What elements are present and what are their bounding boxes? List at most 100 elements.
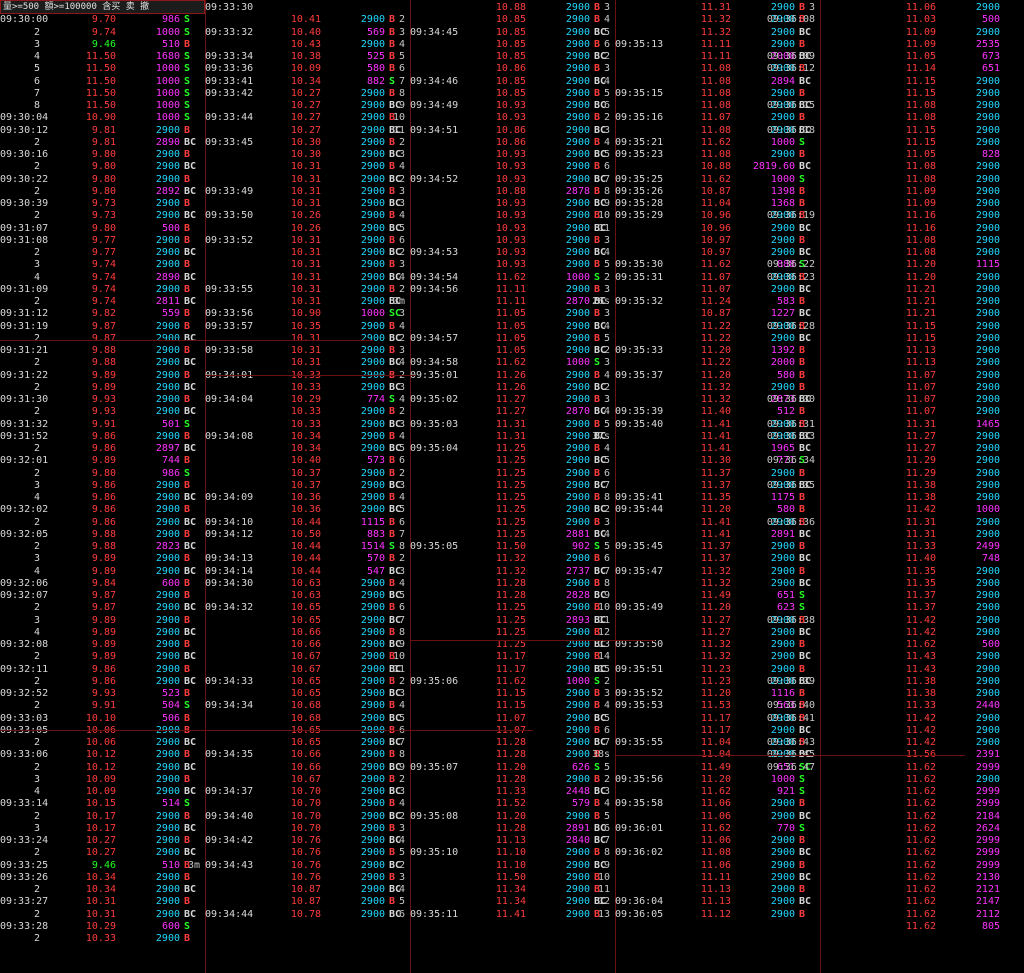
tick-row[interactable]: 3 9.89 2900 B <box>0 615 205 627</box>
tick-row[interactable]: 10.93 2900 B 2 <box>410 112 615 124</box>
tick-row[interactable]: 09:32:05 9.88 2900 B <box>0 529 205 541</box>
tick-row[interactable]: 09:35:25 11.62 1000 S <box>615 174 820 186</box>
tick-row[interactable]: 10.88 2900 B 3 <box>410 2 615 14</box>
tick-row[interactable]: 09:35:15 11.08 2900 B <box>615 88 820 100</box>
tick-row[interactable]: 11.62 2999 <box>820 762 1024 774</box>
tick-row[interactable]: 09:34:51 10.86 2900 BC 3 <box>410 125 615 137</box>
tick-row[interactable]: 2 10.12 2900 BC <box>0 762 205 774</box>
tick-row[interactable]: 11.32 2900 B 09:36:08 <box>615 14 820 26</box>
tick-row[interactable]: 09:35:16 11.07 2900 B <box>615 112 820 124</box>
tick-row[interactable]: 11.37 2900 BC 09:36:35 <box>615 480 820 492</box>
tick-row[interactable]: 11.08 2900 B 09:36:12 <box>615 63 820 75</box>
tick-row[interactable]: 09:35:52 11.20 1116 B <box>615 688 820 700</box>
tick-row[interactable]: 11.35 2900 <box>820 578 1024 590</box>
tick-row[interactable]: 5 11.50 1000 S <box>0 63 205 75</box>
tick-row[interactable]: 09:35:41 11.35 1175 B <box>615 492 820 504</box>
tick-row[interactable]: 10.31 2900 BC 3 <box>205 198 410 210</box>
tick-row[interactable]: 2 10.06 2900 BC <box>0 737 205 749</box>
tick-row[interactable]: 2 9.86 2900 BC <box>0 517 205 529</box>
tick-row[interactable]: 10.31 2900 B 4 <box>205 161 410 173</box>
tick-row[interactable]: 11.32 2900 BC <box>615 27 820 39</box>
tick-row[interactable]: 09:35:28 11.04 1368 B <box>615 198 820 210</box>
tick-row[interactable]: 09:35:03 11.31 2900 B 5 <box>410 419 615 431</box>
tick-row[interactable]: 11.16 2900 <box>820 223 1024 235</box>
tick-row[interactable]: 11.03 500 <box>820 14 1024 26</box>
tick-row[interactable]: 09:35:10 11.10 2900 B 8 <box>410 847 615 859</box>
tick-row[interactable]: 11.06 2900 B <box>615 835 820 847</box>
tick-row[interactable]: 09:35:08 11.20 2900 B 5 <box>410 811 615 823</box>
tick-row[interactable]: 09:35:58 11.06 2900 B <box>615 798 820 810</box>
tick-row[interactable]: 2 9.89 2900 BC <box>0 651 205 663</box>
tick-row[interactable]: 10.33 2900 BC 3 <box>205 382 410 394</box>
tick-row[interactable]: 10.43 2900 B 4 <box>205 39 410 51</box>
tick-row[interactable]: 2 9.73 2900 BC <box>0 210 205 222</box>
tick-row[interactable]: 09:33:36 10.09 580 B 6 <box>205 63 410 75</box>
tick-row[interactable]: 11.13 2900 <box>820 357 1024 369</box>
tick-row[interactable]: 3 9.74 2900 B <box>0 259 205 271</box>
tick-row[interactable]: 11.28 2900 B 8 <box>410 578 615 590</box>
tick-row[interactable]: 09:35:45 11.37 2900 B <box>615 541 820 553</box>
tick-row[interactable]: 10.85 2900 B 5 <box>410 88 615 100</box>
tick-row[interactable]: 11.14 651 <box>820 63 1024 75</box>
tick-row[interactable]: 2 9.87 2900 BC <box>0 333 205 345</box>
tick-row[interactable]: 11.32 2900 BC <box>615 578 820 590</box>
tick-row[interactable]: 11.42 2900 <box>820 627 1024 639</box>
tick-row[interactable]: 11.42 2900 <box>820 615 1024 627</box>
tick-row[interactable]: 11.17 2900 B 14 <box>410 651 615 663</box>
tick-row[interactable]: 09:34:04 10.29 774 S 4 <box>205 394 410 406</box>
tick-row[interactable]: 11.08 2900 <box>820 235 1024 247</box>
tick-row[interactable]: 09:33:34 10.38 525 B 5 <box>205 51 410 63</box>
tick-row[interactable]: 09:31:30 9.93 2900 B <box>0 394 205 406</box>
tick-row[interactable]: 11.25 2900 B 3 <box>410 517 615 529</box>
tick-row[interactable]: 11.37 2900 B <box>615 468 820 480</box>
tick-row[interactable]: 4 9.74 2890 BC <box>0 272 205 284</box>
tick-row[interactable]: 11.41 2900 B 09:36:36 <box>615 517 820 529</box>
tick-row[interactable]: 11.21 2900 <box>820 284 1024 296</box>
tick-row[interactable]: 11.33 2499 <box>820 541 1024 553</box>
tick-row[interactable]: 4 9.86 2900 BC <box>0 492 205 504</box>
tick-row[interactable]: 3 9.46 510 B <box>0 39 205 51</box>
tick-row[interactable]: 10.86 2900 B 4 <box>410 137 615 149</box>
tick-row[interactable]: 11.09 2535 <box>820 39 1024 51</box>
tick-row[interactable]: 10.27 2900 BC 9 <box>205 100 410 112</box>
tick-row[interactable]: 11.08 2900 <box>820 174 1024 186</box>
tick-row[interactable]: 09:32:11 9.86 2900 B <box>0 664 205 676</box>
tick-row[interactable]: 11.32 2900 B <box>615 382 820 394</box>
tick-row[interactable]: 11.31 2900 <box>820 517 1024 529</box>
tick-row[interactable]: 09:35:44 11.20 580 B <box>615 504 820 516</box>
tick-row[interactable]: 11.62 2999 <box>820 798 1024 810</box>
tick-row[interactable]: 11.31 1465 <box>820 419 1024 431</box>
tick-row[interactable]: 4 10.09 2900 BC <box>0 786 205 798</box>
tick-row[interactable]: 10.88 2878 B 8 <box>410 186 615 198</box>
tick-row[interactable]: 11.62 500 <box>820 639 1024 651</box>
tick-row[interactable]: 2 10.34 2900 BC <box>0 884 205 896</box>
tick-row[interactable]: 4 9.89 2900 BC <box>0 566 205 578</box>
tick-row[interactable]: 11.62 2147 <box>820 896 1024 908</box>
tick-row[interactable]: 11.27 2900 <box>820 443 1024 455</box>
tick-row[interactable]: 09:33:57 10.35 2900 B 4 <box>205 321 410 333</box>
tick-row[interactable]: 09:34:14 10.44 547 BC 3 <box>205 566 410 578</box>
tick-row[interactable]: 11.33 2448 BC 3 <box>410 786 615 798</box>
tick-row[interactable]: 11.25 2893 BC 11 <box>410 615 615 627</box>
tick-row[interactable]: 2 9.86 2900 BC <box>0 676 205 688</box>
tick-row[interactable]: 09:31:32 9.91 501 S <box>0 419 205 431</box>
tick-row[interactable]: 10.65 2900 BC 7 <box>205 737 410 749</box>
tick-row[interactable]: 10.37 2900 B 2 <box>205 468 410 480</box>
tick-row[interactable]: 10.30 2900 BC 3 <box>205 149 410 161</box>
tick-row[interactable]: 11.62 2130 <box>820 872 1024 884</box>
tick-row[interactable]: 6 11.50 1000 S <box>0 76 205 88</box>
tick-row[interactable]: 10.97 2900 B <box>615 235 820 247</box>
tick-row[interactable]: 09:34:35 10.66 2900 B 8 <box>205 749 410 761</box>
tick-row[interactable]: 11.28 2900 BC 7 <box>410 737 615 749</box>
tick-row[interactable]: 2 10.33 2900 B <box>0 933 205 945</box>
tick-row[interactable]: 11.27 2900 <box>820 431 1024 443</box>
tick-row[interactable]: 11.62 2999 <box>820 786 1024 798</box>
tick-row[interactable]: 09:35:56 11.20 1000 S <box>615 774 820 786</box>
tick-row[interactable]: 11.32 2737 BC 7 <box>410 566 615 578</box>
tick-row[interactable]: 11.31 2900 <box>820 529 1024 541</box>
tick-row[interactable]: 09:35:37 11.20 580 B <box>615 370 820 382</box>
tick-row[interactable]: 10.67 2900 B 10 <box>205 651 410 663</box>
tick-row[interactable]: 11.11 2900 BC <box>615 872 820 884</box>
tick-row[interactable]: 09:33:26 10.34 2900 B <box>0 872 205 884</box>
tick-row[interactable]: 2 9.88 2823 BC <box>0 541 205 553</box>
